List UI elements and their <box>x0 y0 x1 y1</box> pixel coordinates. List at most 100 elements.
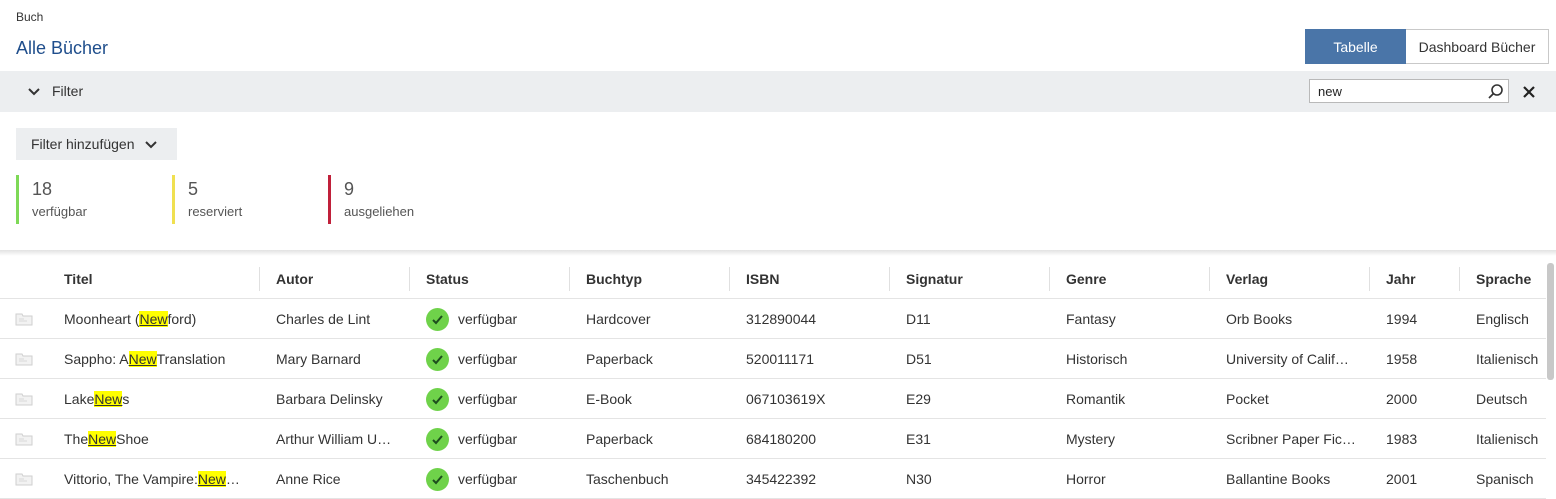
table-scrollbar[interactable] <box>1547 263 1554 380</box>
stat-label: verfügbar <box>32 204 87 219</box>
column-header-sprache[interactable]: Sprache <box>1476 259 1531 299</box>
table-header: Titel Autor Status Buchtyp ISBN Signatur… <box>0 259 1546 299</box>
search-input[interactable]: new <box>1309 79 1509 103</box>
table-row[interactable]: Moonheart (New ford) Charles de Lint verfüg… <box>0 299 1546 339</box>
status-label: verfügbar <box>458 351 518 367</box>
filter-toggle[interactable]: Filter <box>26 83 83 99</box>
search-highlight: New <box>94 391 123 407</box>
check-circle-icon <box>426 347 449 371</box>
cell-status: verfügbar <box>426 419 566 459</box>
cell-autor: Barbara Delinsky <box>276 391 383 407</box>
column-divider[interactable] <box>889 267 890 291</box>
cell-verlag: Orb Books <box>1226 311 1293 327</box>
cell-genre: Mystery <box>1066 431 1115 447</box>
cell-jahr: 1994 <box>1386 311 1418 327</box>
cell-titel[interactable]: Moonheart (New ford) <box>64 299 254 339</box>
column-header-buchtyp[interactable]: Buchtyp <box>586 259 642 299</box>
cell-jahr: 2001 <box>1386 471 1418 487</box>
filter-toggle-label: Filter <box>52 83 84 99</box>
cell-isbn: 520011171 <box>746 351 814 367</box>
stat-available[interactable]: 18 verfügbar <box>16 175 87 224</box>
cell-signatur: N30 <box>906 471 932 487</box>
cell-buchtyp: Paperback <box>586 351 653 367</box>
column-divider[interactable] <box>259 267 260 291</box>
folder-icon[interactable] <box>15 471 33 487</box>
stat-label: reserviert <box>188 204 243 219</box>
breadcrumb[interactable]: Buch <box>16 10 43 24</box>
cell-titel[interactable]: Lake New s <box>64 379 254 419</box>
check-circle-icon <box>426 307 449 331</box>
column-divider[interactable] <box>409 267 410 291</box>
cell-verlag: Scribner Paper Fic… <box>1226 431 1356 447</box>
cell-titel[interactable]: The New Shoe <box>64 419 254 459</box>
cell-jahr: 2000 <box>1386 391 1418 407</box>
column-header-signatur[interactable]: Signatur <box>906 259 963 299</box>
folder-icon[interactable] <box>15 391 33 407</box>
cell-signatur: D11 <box>906 311 931 327</box>
chevron-down-icon <box>28 88 40 96</box>
add-filter-button[interactable]: Filter hinzufügen <box>16 128 177 160</box>
cell-verlag: Pocket <box>1226 391 1269 407</box>
column-header-status[interactable]: Status <box>426 259 469 299</box>
title-text: Sappho: A <box>64 351 129 367</box>
column-divider[interactable] <box>569 267 570 291</box>
chevron-down-icon <box>144 141 157 149</box>
title-text: Lake <box>64 391 95 407</box>
tab-dashboard-buecher[interactable]: Dashboard Bücher <box>1406 29 1549 64</box>
column-header-jahr[interactable]: Jahr <box>1386 259 1416 299</box>
column-header-isbn[interactable]: ISBN <box>746 259 779 299</box>
status-label: verfügbar <box>458 391 518 407</box>
cell-status: verfügbar <box>426 339 566 379</box>
stat-borrowed[interactable]: 9 ausgeliehen <box>328 175 414 224</box>
table-row[interactable]: The New Shoe Arthur William U… verfügbar Pa… <box>0 419 1546 459</box>
cell-autor: Anne Rice <box>276 471 341 487</box>
folder-icon[interactable] <box>15 311 33 327</box>
cell-verlag: University of Calif… <box>1226 351 1349 367</box>
search-icon[interactable] <box>1487 83 1504 100</box>
add-filter-label: Filter hinzufügen <box>31 136 135 152</box>
close-icon[interactable] <box>1521 84 1537 100</box>
cell-genre: Horror <box>1066 471 1106 487</box>
cell-genre: Romantik <box>1066 391 1126 407</box>
folder-icon[interactable] <box>15 351 33 367</box>
title-text: Moonheart ( <box>64 311 140 327</box>
title-text: … <box>225 471 240 487</box>
column-header-autor[interactable]: Autor <box>276 259 313 299</box>
tab-tabelle[interactable]: Tabelle <box>1305 29 1406 64</box>
stat-label: ausgeliehen <box>344 204 415 219</box>
cell-buchtyp: Hardcover <box>586 311 651 327</box>
cell-sprache: Englisch <box>1476 311 1529 327</box>
column-divider[interactable] <box>1049 267 1050 291</box>
section-divider <box>0 250 1556 256</box>
status-label: verfügbar <box>458 431 518 447</box>
column-header-titel[interactable]: Titel <box>64 259 93 299</box>
column-divider[interactable] <box>1209 267 1210 291</box>
books-table: Titel Autor Status Buchtyp ISBN Signatur… <box>0 259 1546 499</box>
table-row[interactable]: Vittorio, The Vampire: New… Anne Rice verf… <box>0 459 1546 499</box>
folder-icon[interactable] <box>15 431 33 447</box>
column-divider[interactable] <box>1369 267 1370 291</box>
cell-sprache: Italienisch <box>1476 351 1539 367</box>
title-text: The <box>64 431 89 447</box>
table-row[interactable]: Sappho: A New Translation Mary Barnard ver… <box>0 339 1546 379</box>
cell-autor: Charles de Lint <box>276 311 371 327</box>
search-highlight: New <box>139 311 168 327</box>
column-divider[interactable] <box>1459 267 1460 291</box>
table-body: Moonheart (New ford) Charles de Lint verfüg… <box>0 299 1546 499</box>
column-header-verlag[interactable]: Verlag <box>1226 259 1268 299</box>
page-title: Alle Bücher <box>16 38 109 58</box>
cell-jahr: 1958 <box>1386 351 1418 367</box>
cell-isbn: 312890044 <box>746 311 817 327</box>
stat-count: 9 <box>344 179 355 199</box>
column-header-genre[interactable]: Genre <box>1066 259 1106 299</box>
table-row[interactable]: Lake New s Barbara Delinsky verfügbar E-Book… <box>0 379 1546 419</box>
cell-sprache: Spanisch <box>1476 471 1534 487</box>
stat-reserved[interactable]: 5 reserviert <box>172 175 242 224</box>
cell-sprache: Italienisch <box>1476 431 1539 447</box>
column-divider[interactable] <box>729 267 730 291</box>
stat-count: 18 <box>32 179 53 199</box>
check-circle-icon <box>426 387 449 411</box>
cell-titel[interactable]: Vittorio, The Vampire: New… <box>64 459 254 499</box>
cell-signatur: E29 <box>906 391 931 407</box>
cell-titel[interactable]: Sappho: A New Translation <box>64 339 254 379</box>
